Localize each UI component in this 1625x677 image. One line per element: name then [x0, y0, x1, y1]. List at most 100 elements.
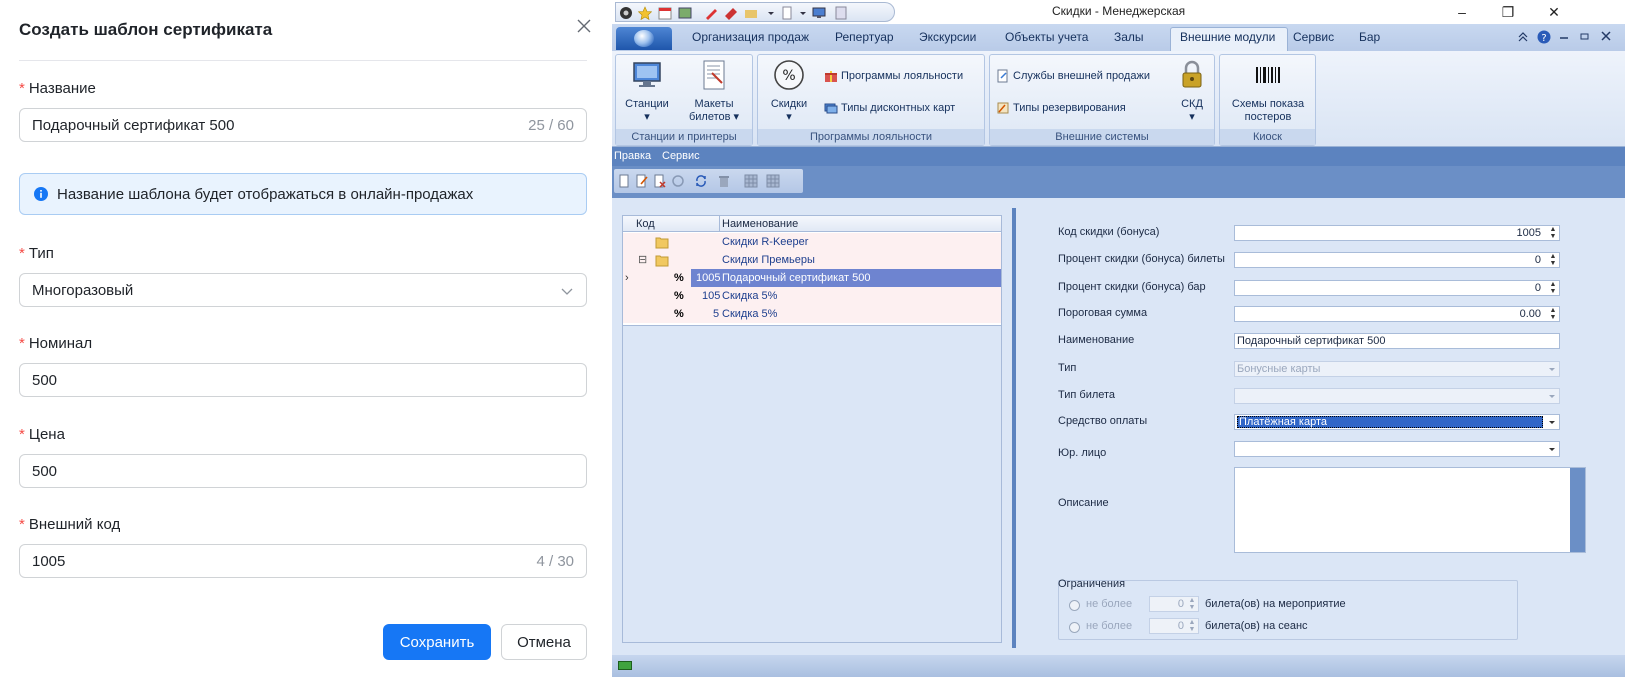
maximize-button[interactable]: ❐	[1485, 0, 1531, 24]
limit-session-value: 0	[1177, 620, 1184, 632]
spinner-icon[interactable]: ▲ ▼	[1186, 619, 1198, 633]
percent-icon: %	[674, 272, 684, 284]
required-mark: *	[19, 516, 25, 533]
panel-splitter[interactable]	[1012, 208, 1016, 648]
menu-service[interactable]: Сервис	[662, 150, 700, 162]
calendar-icon[interactable]	[658, 6, 672, 20]
payment-method-value: Платёжная карта	[1239, 416, 1327, 428]
skd-button[interactable]: СКД ▾	[1172, 59, 1212, 124]
tab-accounting-objects[interactable]: Объекты учета	[1005, 30, 1088, 44]
edit-record-icon[interactable]	[635, 174, 649, 188]
spinner-icon[interactable]: ▲ ▼	[1547, 226, 1559, 240]
external-sales-button[interactable]: Службы внешней продажи	[996, 69, 1150, 83]
star-icon[interactable]	[638, 6, 652, 20]
tab-external-modules[interactable]: Внешние модули	[1180, 30, 1275, 44]
tab-excursions[interactable]: Экскурсии	[919, 30, 976, 44]
folder-icon[interactable]	[744, 6, 758, 20]
trash-icon[interactable]	[717, 174, 731, 188]
svg-text:%: %	[782, 68, 795, 84]
collapse-ribbon-icon[interactable]	[1518, 32, 1528, 42]
tree-row[interactable]: % 5 Скидка 5%	[623, 305, 1001, 323]
close-window-button[interactable]: ✕	[1531, 0, 1577, 24]
ticket-layouts-button[interactable]: Макеты билетов ▾	[682, 59, 746, 124]
minimize-button[interactable]: –	[1439, 0, 1485, 24]
dropdown-arrow-icon: ▾	[1189, 111, 1195, 123]
spinner-icon[interactable]: ▲ ▼	[1186, 597, 1198, 611]
tree-row-label: Скидки R-Keeper	[722, 236, 809, 248]
tab-bar[interactable]: Бар	[1359, 30, 1380, 44]
spinner-icon[interactable]: ▲ ▼	[1547, 253, 1559, 267]
toolbar-buttons	[614, 169, 803, 193]
legal-entity-select[interactable]	[1234, 441, 1560, 457]
mdi-minimize-icon[interactable]	[1559, 32, 1569, 42]
nominal-field[interactable]: 500	[19, 363, 587, 397]
cancel-button[interactable]: Отмена	[501, 624, 587, 660]
close-icon[interactable]	[574, 16, 594, 36]
column-header-name[interactable]: Наименование	[722, 218, 798, 230]
limit-event-input[interactable]: 0 ▲ ▼	[1149, 596, 1199, 612]
price-field[interactable]: 500	[19, 454, 587, 488]
pencil-icon[interactable]	[704, 6, 718, 20]
loyalty-programs-button[interactable]: Программы лояльности	[824, 69, 963, 83]
discounts-button[interactable]: % Скидки ▾	[764, 59, 814, 124]
chevron-down-icon	[561, 288, 573, 295]
description-textarea[interactable]	[1234, 467, 1586, 553]
hall-icon[interactable]	[678, 6, 692, 20]
document-icon[interactable]	[780, 6, 794, 20]
discount-code-input[interactable]: 1005 ▲ ▼	[1234, 225, 1560, 241]
save-button[interactable]: Сохранить	[383, 624, 491, 660]
list-icon[interactable]	[834, 6, 848, 20]
tab-repertoire[interactable]: Репертуар	[835, 30, 894, 44]
tab-sales-organization[interactable]: Организация продаж	[692, 30, 809, 44]
spinner-icon[interactable]: ▲ ▼	[1547, 307, 1559, 321]
link-icon[interactable]	[671, 174, 685, 188]
collapse-icon[interactable]: ⊟	[638, 253, 647, 266]
grid-remove-icon[interactable]	[766, 174, 780, 188]
tree-row-selected[interactable]: › % 1005 Подарочный сертификат 500	[623, 269, 1001, 287]
menu-edit[interactable]: Правка	[614, 150, 651, 162]
monitor-icon[interactable]	[812, 6, 826, 20]
type-select[interactable]: Многоразовый	[19, 273, 587, 307]
help-icon[interactable]: ?	[1537, 30, 1551, 44]
new-record-icon[interactable]	[617, 174, 631, 188]
refresh-icon[interactable]	[694, 174, 708, 188]
app-menu-orb[interactable]	[616, 27, 672, 50]
dropdown-arrow-icon[interactable]	[1548, 418, 1556, 426]
threshold-input[interactable]: 0.00 ▲ ▼	[1234, 306, 1560, 322]
limit-event-radio[interactable]	[1069, 600, 1080, 611]
external-code-field[interactable]: 1005 4 / 30	[19, 544, 587, 578]
dropdown-arrow-icon[interactable]	[796, 6, 810, 20]
bar-percent-input[interactable]: 0 ▲ ▼	[1234, 280, 1560, 296]
grid-insert-icon[interactable]	[744, 174, 758, 188]
spinner-icon[interactable]: ▲ ▼	[1547, 281, 1559, 295]
name-field[interactable]: Подарочный сертификат 500 25 / 60	[19, 108, 587, 142]
grid-toolbar	[612, 166, 1625, 198]
title-bar: Скидки - Менеджерская – ❐ ✕	[612, 0, 1625, 24]
mdi-close-icon[interactable]	[1601, 31, 1611, 41]
limit-session-label: не более	[1086, 620, 1133, 632]
info-alert: Название шаблона будет отображаться в он…	[19, 173, 587, 215]
discount-card-types-button[interactable]: Типы дисконтных карт	[824, 101, 955, 115]
tab-service[interactable]: Сервис	[1293, 30, 1334, 44]
tree-row-code: 5	[713, 308, 720, 320]
external-code-counter: 4 / 30	[536, 553, 574, 570]
limit-session-input[interactable]: 0 ▲ ▼	[1149, 618, 1199, 634]
payment-method-select[interactable]: Платёжная карта	[1234, 414, 1560, 430]
description-scrollbar[interactable]	[1570, 468, 1585, 552]
stations-button[interactable]: Станции ▾	[622, 59, 672, 124]
tree-row[interactable]: Скидки R-Keeper	[623, 233, 1001, 251]
ticket-percent-input[interactable]: 0 ▲ ▼	[1234, 252, 1560, 268]
tree-row[interactable]: ⊟ Скидки Премьеры	[623, 251, 1001, 269]
tree-row[interactable]: % 105 Скидка 5%	[623, 287, 1001, 305]
type-label: * Тип	[19, 245, 54, 262]
reservation-types-button[interactable]: Типы резервирования	[996, 101, 1126, 115]
delete-record-icon[interactable]	[653, 174, 667, 188]
poster-schemes-button[interactable]: Схемы показа постеров	[1222, 59, 1314, 124]
name-prop-input[interactable]: Подарочный сертификат 500	[1234, 333, 1560, 349]
column-header-code[interactable]: Код	[636, 218, 655, 230]
limit-session-radio[interactable]	[1069, 622, 1080, 633]
dropdown-arrow-icon[interactable]	[764, 6, 778, 20]
mdi-restore-icon[interactable]	[1580, 31, 1590, 41]
tab-halls[interactable]: Залы	[1114, 30, 1144, 44]
ticket-icon[interactable]	[724, 6, 738, 20]
